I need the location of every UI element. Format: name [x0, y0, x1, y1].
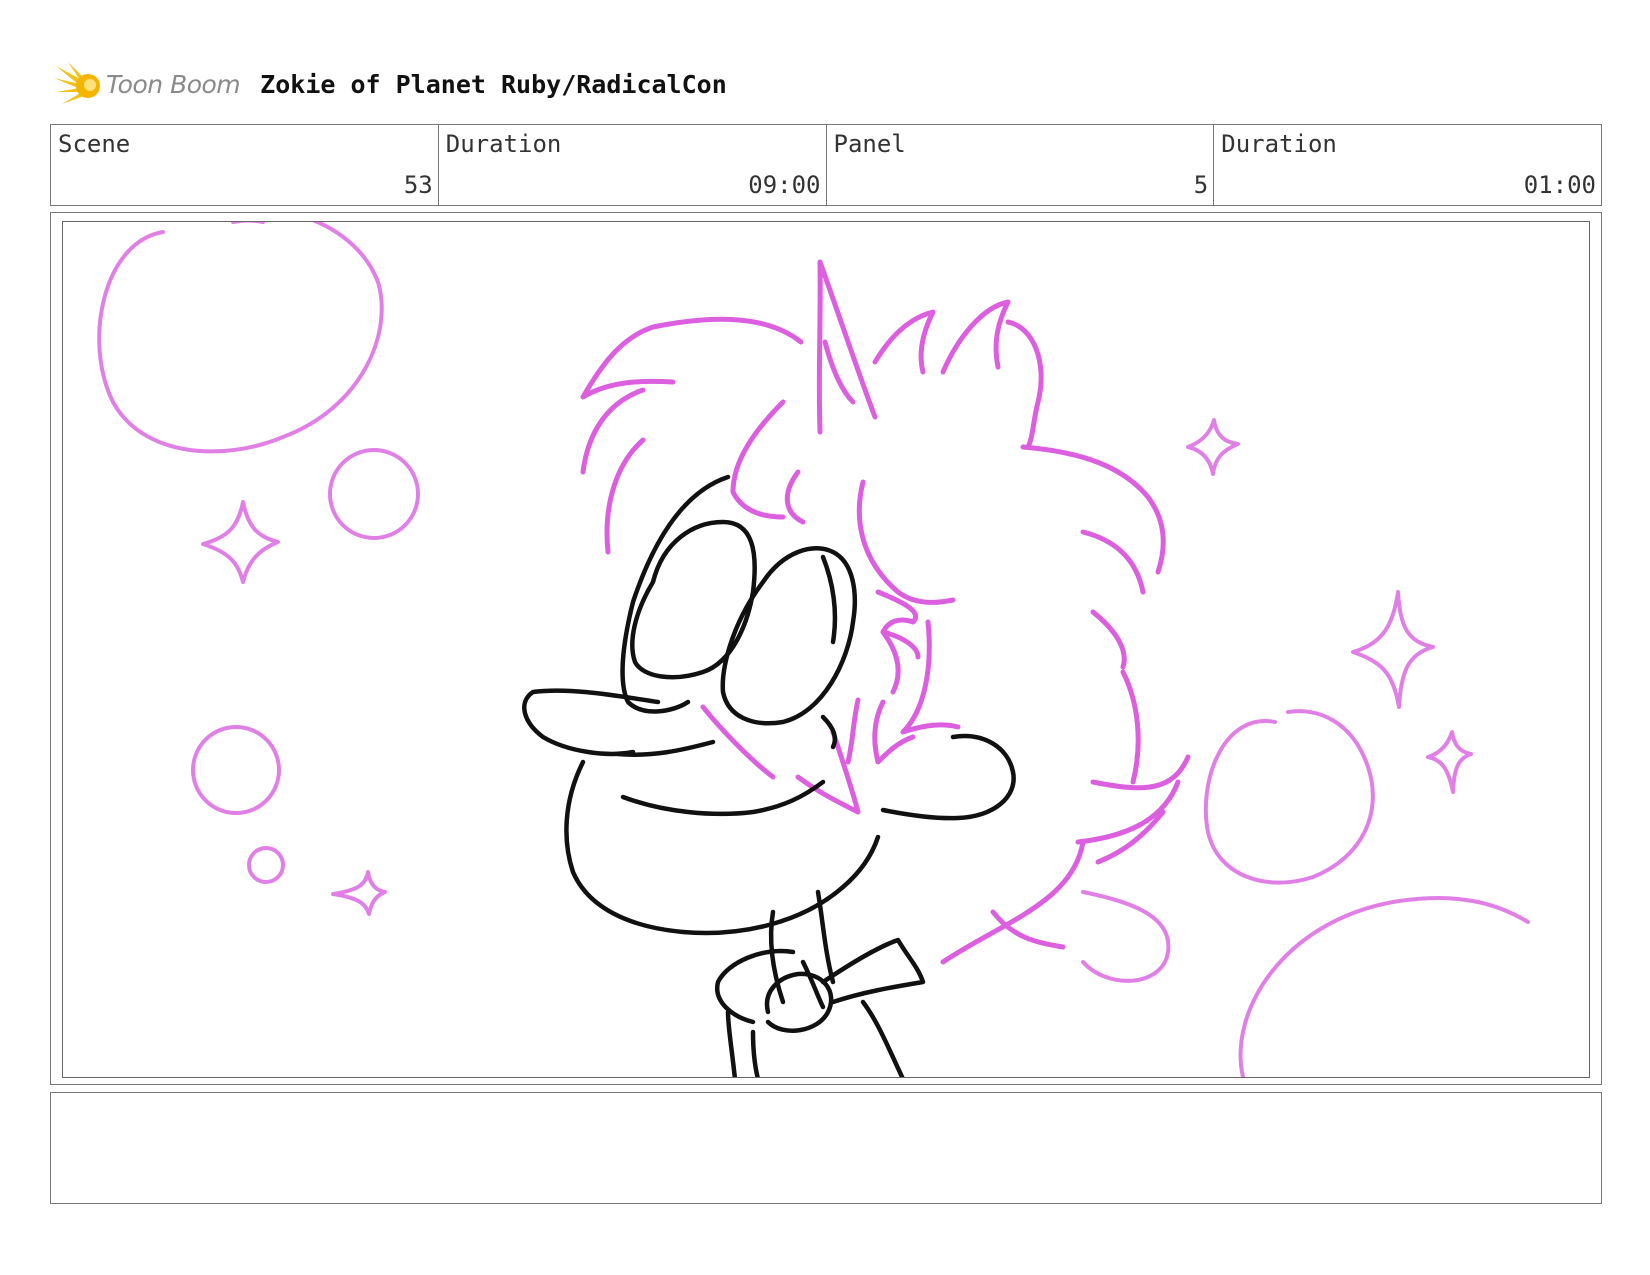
toon-boom-logo: Toon Boom	[52, 58, 241, 110]
panel-duration-value: 01:00	[1523, 171, 1596, 199]
storyboard-panel-image	[62, 221, 1590, 1078]
project-title: Zokie of Planet Ruby/RadicalCon	[260, 69, 727, 99]
panel-duration-label: Duration	[1221, 130, 1337, 158]
scene-cell: Scene 53	[51, 125, 439, 205]
scene-duration-cell: Duration 09:00	[439, 125, 827, 205]
character-hair-sketch	[580, 259, 1191, 965]
character-lineart	[522, 474, 1016, 1077]
page-header: Toon Boom Zokie of Planet Ruby/RadicalCo…	[52, 56, 727, 112]
panel-cell: Panel 5	[827, 125, 1215, 205]
panel-duration-cell: Duration 01:00	[1214, 125, 1601, 205]
storyboard-sketch	[97, 222, 1530, 1077]
starburst-icon	[54, 62, 100, 104]
scene-info-table: Scene 53 Duration 09:00 Panel 5 Duration…	[50, 124, 1602, 206]
scene-duration-label: Duration	[445, 130, 562, 158]
scene-label: Scene	[58, 130, 131, 158]
panel-value: 5	[1193, 171, 1209, 199]
storyboard-panel-frame	[50, 212, 1602, 1085]
scene-duration-value: 09:00	[748, 171, 821, 199]
scene-value: 53	[403, 171, 433, 199]
logo-wordmark: Toon Boom	[106, 69, 241, 99]
panel-notes-box	[50, 1092, 1602, 1204]
panel-label: Panel	[833, 130, 906, 158]
bubbles-and-sparkles	[97, 222, 1530, 1077]
